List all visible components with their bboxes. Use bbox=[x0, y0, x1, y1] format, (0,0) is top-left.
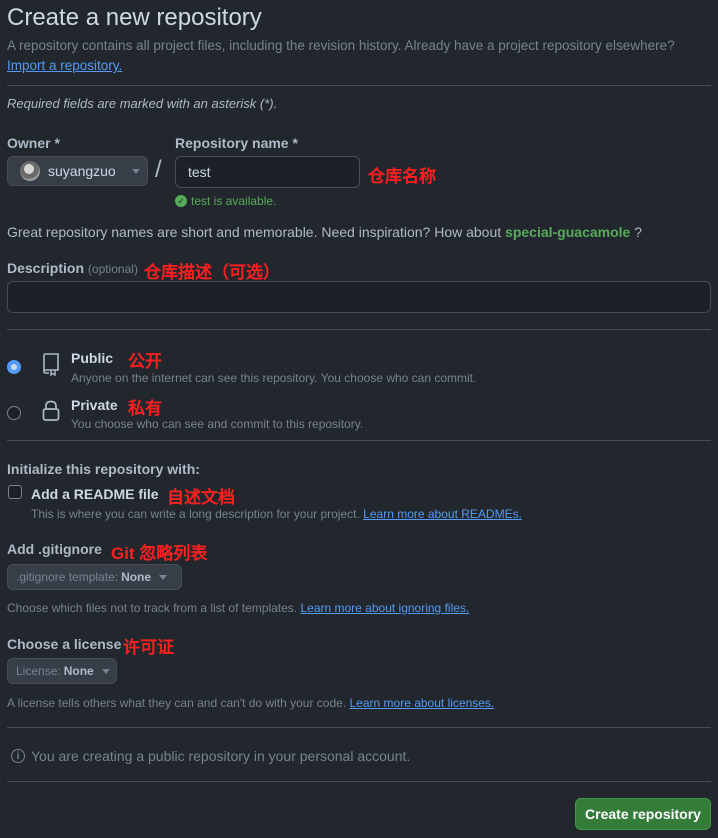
gitignore-template-select[interactable]: .gitignore template: None bbox=[7, 564, 182, 590]
annotation-description: 仓库描述（可选） bbox=[144, 263, 280, 282]
account-notice: i You are creating a public repository i… bbox=[11, 748, 410, 764]
description-optional: (optional) bbox=[87, 262, 138, 276]
repo-name-label: Repository name * bbox=[175, 135, 298, 151]
initialize-heading: Initialize this repository with: bbox=[7, 461, 200, 477]
inspiration-text: Great repository names are short and mem… bbox=[7, 224, 502, 240]
chevron-down-icon bbox=[159, 574, 168, 580]
annotation-readme: 自述文档 bbox=[167, 488, 235, 507]
repo-name-input[interactable] bbox=[175, 156, 360, 188]
divider bbox=[7, 727, 711, 728]
private-label: Private bbox=[71, 397, 118, 413]
repo-icon bbox=[43, 353, 59, 376]
import-repository-link[interactable]: Import a repository. bbox=[7, 58, 122, 73]
owner-repo-separator: / bbox=[155, 156, 162, 183]
notice-text: You are creating a public repository in … bbox=[31, 748, 411, 764]
license-label: Choose a license bbox=[7, 636, 122, 652]
required-note: Required fields are marked with an aster… bbox=[7, 96, 278, 111]
gitignore-learn-more-link[interactable]: Learn more about ignoring files. bbox=[300, 601, 469, 615]
divider bbox=[7, 781, 711, 782]
info-icon: i bbox=[11, 749, 25, 763]
page-subtitle: A repository contains all project files,… bbox=[7, 38, 675, 73]
license-description: A license tells others what they can and… bbox=[7, 696, 347, 710]
license-select-prefix: License: bbox=[16, 664, 61, 678]
private-radio[interactable] bbox=[7, 406, 21, 420]
readme-description: This is where you can write a long descr… bbox=[31, 507, 360, 521]
gitignore-select-value: None bbox=[121, 570, 152, 584]
owner-value: suyangzuo bbox=[48, 163, 116, 179]
chevron-down-icon bbox=[101, 668, 110, 674]
description-label: Description bbox=[7, 260, 85, 276]
readme-description-row: This is where you can write a long descr… bbox=[31, 507, 522, 521]
page-title: Create a new repository bbox=[7, 4, 262, 31]
license-description-row: A license tells others what they can and… bbox=[7, 696, 494, 710]
license-learn-more-link[interactable]: Learn more about licenses. bbox=[350, 696, 495, 710]
annotation-private: 私有 bbox=[128, 399, 162, 418]
lock-icon bbox=[42, 400, 60, 421]
description-label-row: Description (optional) bbox=[7, 260, 138, 276]
public-description: Anyone on the internet can see this repo… bbox=[71, 371, 477, 385]
suggested-name-link[interactable]: special-guacamole bbox=[505, 224, 630, 240]
annotation-gitignore: Git 忽略列表 bbox=[111, 544, 208, 563]
private-description: You choose who can see and commit to thi… bbox=[71, 417, 364, 431]
check-circle-icon: ✓ bbox=[175, 195, 187, 207]
description-input[interactable] bbox=[7, 281, 711, 313]
readme-learn-more-link[interactable]: Learn more about READMEs. bbox=[363, 507, 522, 521]
inspiration-line: Great repository names are short and mem… bbox=[7, 224, 642, 240]
divider bbox=[7, 440, 711, 441]
availability-status: ✓ test is available. bbox=[175, 194, 276, 208]
annotation-public: 公开 bbox=[128, 352, 162, 371]
gitignore-select-prefix: .gitignore template: bbox=[16, 570, 119, 584]
readme-checkbox[interactable] bbox=[8, 485, 22, 499]
create-repository-button[interactable]: Create repository bbox=[575, 798, 711, 830]
subtitle-text: A repository contains all project files,… bbox=[7, 38, 675, 53]
license-select[interactable]: License: None bbox=[7, 658, 117, 684]
gitignore-description: Choose which files not to track from a l… bbox=[7, 601, 298, 615]
readme-label[interactable]: Add a README file bbox=[31, 486, 159, 502]
gitignore-description-row: Choose which files not to track from a l… bbox=[7, 601, 469, 615]
gitignore-label: Add .gitignore bbox=[7, 541, 102, 557]
license-select-value: None bbox=[63, 664, 94, 678]
public-label: Public bbox=[71, 350, 114, 366]
chevron-down-icon bbox=[131, 168, 140, 174]
owner-select[interactable]: suyangzuo bbox=[7, 156, 148, 186]
inspiration-suffix: ? bbox=[634, 224, 643, 240]
public-radio[interactable] bbox=[7, 360, 21, 374]
divider bbox=[7, 85, 711, 86]
owner-label: Owner * bbox=[7, 135, 60, 151]
availability-text: test is available. bbox=[191, 194, 277, 208]
divider bbox=[7, 329, 711, 330]
avatar bbox=[20, 161, 40, 181]
annotation-license: 许可证 bbox=[123, 638, 174, 657]
annotation-repo-name: 仓库名称 bbox=[368, 167, 436, 186]
